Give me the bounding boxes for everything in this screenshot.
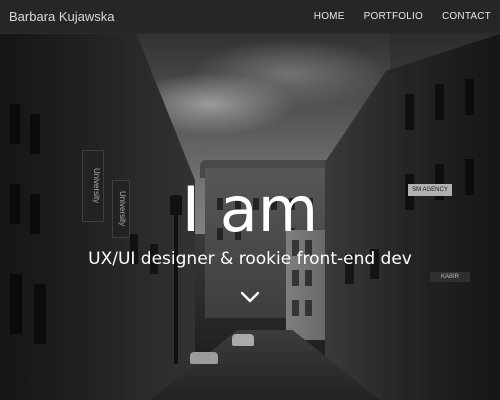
hero-headline: I am: [181, 173, 319, 246]
main-nav: HOME PORTFOLIO CONTACT: [295, 11, 491, 22]
nav-link-portfolio[interactable]: PORTFOLIO: [364, 11, 423, 22]
hero-subline: UX/UI designer & rookie front-end dev: [88, 249, 412, 269]
chevron-down-icon[interactable]: [240, 290, 260, 303]
nav-link-home[interactable]: HOME: [314, 11, 345, 22]
site-brand[interactable]: Barbara Kujawska: [9, 9, 115, 24]
nav-link-contact[interactable]: CONTACT: [442, 11, 491, 22]
top-navbar: Barbara Kujawska HOME PORTFOLIO CONTACT: [0, 0, 500, 33]
